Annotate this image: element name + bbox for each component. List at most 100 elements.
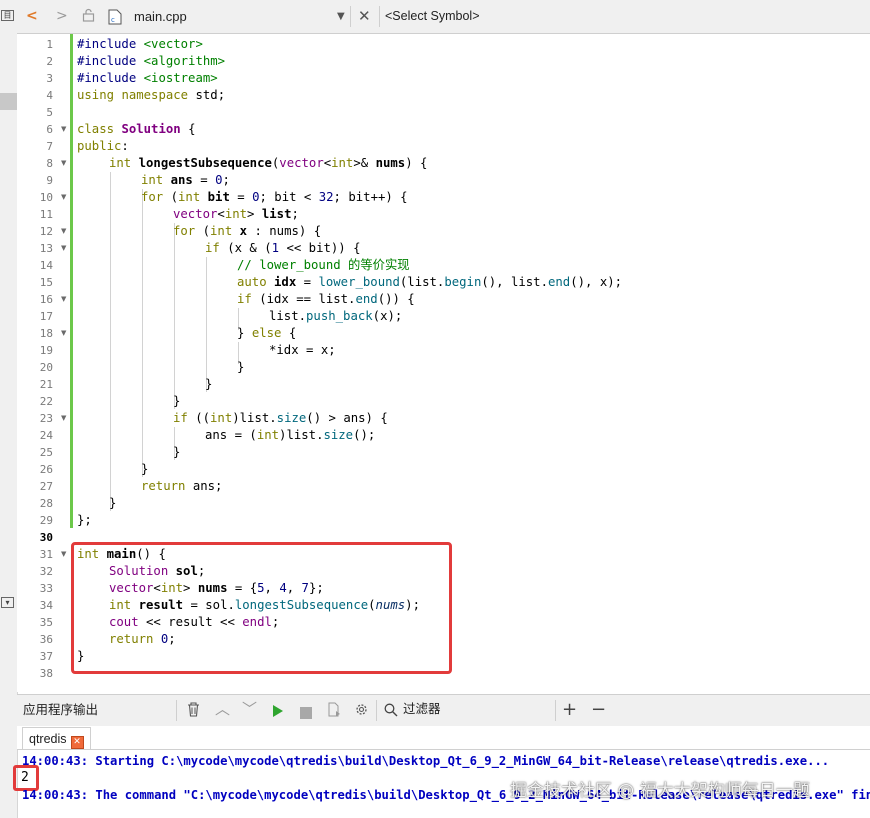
attach-icon[interactable]	[327, 702, 341, 721]
line-number: 7	[46, 140, 53, 153]
line-number: 38	[39, 667, 53, 680]
line-number: 11	[39, 208, 53, 221]
code-line-14: // lower_bound 的等价实现	[237, 258, 410, 272]
toolbar-divider	[379, 6, 380, 27]
search-icon	[384, 702, 398, 721]
line-number: 32	[39, 565, 53, 578]
code-line-26: }	[141, 462, 149, 476]
forward-icon[interactable]: >	[56, 0, 68, 33]
line-number: 16	[39, 293, 53, 306]
fold-marker-icon[interactable]: ▼	[61, 291, 66, 308]
code-line-9: int ans = 0;	[141, 173, 230, 187]
line-number: 36	[39, 633, 53, 646]
line-number: 6	[46, 123, 53, 136]
back-icon[interactable]: <	[26, 0, 38, 33]
line-number: 26	[39, 463, 53, 476]
fold-marker-icon[interactable]: ▼	[61, 546, 66, 563]
change-marker-bar	[70, 34, 73, 528]
line-number: 34	[39, 599, 53, 612]
svg-text:c: c	[111, 16, 115, 24]
down-icon[interactable]: ﹀	[242, 694, 257, 725]
line-number: 27	[39, 480, 53, 493]
minus-icon[interactable]: −	[591, 694, 606, 725]
line-number: 19	[39, 344, 53, 357]
line-number: 24	[39, 429, 53, 442]
line-number: 12	[39, 225, 53, 238]
tab-label: qtredis	[29, 732, 67, 746]
code-line-17: list.push_back(x);	[269, 309, 403, 323]
fold-marker-icon[interactable]: ▼	[61, 410, 66, 427]
panel-toggle-icon[interactable]: 目	[1, 10, 14, 21]
up-icon[interactable]: ︿	[215, 694, 230, 725]
code-line-10: for (int bit = 0; bit < 32; bit++) {	[141, 190, 408, 204]
line-number: 20	[39, 361, 53, 374]
main-function-highlight-box	[71, 542, 452, 674]
line-number: 13	[39, 242, 53, 255]
output-tabs-row	[17, 726, 870, 750]
tab-divider	[17, 749, 870, 750]
output-pane-toolbar	[17, 694, 870, 727]
code-line-18: } else {	[237, 326, 297, 340]
gear-icon[interactable]	[354, 702, 369, 721]
code-line-19: *idx = x;	[269, 343, 336, 357]
toolbar-divider	[350, 6, 351, 27]
line-number: 5	[46, 106, 53, 119]
line-number: 2	[46, 55, 53, 68]
line-number: 17	[39, 310, 53, 323]
filter-input[interactable]: 过滤器	[403, 694, 441, 725]
code-line-22: }	[173, 394, 181, 408]
left-strip-selection[interactable]	[0, 93, 17, 110]
line-number: 9	[46, 174, 53, 187]
dropdown-icon[interactable]: ▼	[337, 0, 345, 33]
code-line-29: };	[77, 513, 92, 527]
code-line-27: return ans;	[141, 479, 223, 493]
close-icon[interactable]: ✕	[70, 736, 84, 749]
code-line-3: #include <iostream>	[77, 71, 218, 85]
indent-guide	[206, 257, 207, 392]
code-line-21: }	[205, 377, 213, 391]
close-icon[interactable]: ✕	[358, 0, 371, 33]
code-line-23: if ((int)list.size() > ans) {	[173, 411, 388, 425]
stop-icon[interactable]	[300, 704, 312, 723]
line-number: 25	[39, 446, 53, 459]
code-line-2: #include <algorithm>	[77, 54, 226, 68]
line-number: 37	[39, 650, 53, 663]
fold-marker-icon[interactable]: ▼	[61, 155, 66, 172]
lock-icon[interactable]	[82, 0, 95, 33]
line-number: 3	[46, 72, 53, 85]
symbol-selector[interactable]: <Select Symbol>	[385, 0, 480, 33]
line-number: 4	[46, 89, 53, 102]
code-line-13: if (x & (1 << bit)) {	[205, 241, 361, 255]
output-panel-toggle-icon[interactable]: ▾	[1, 597, 14, 608]
code-line-20: }	[237, 360, 245, 374]
line-number: 30	[39, 531, 53, 544]
file-name[interactable]: main.cpp	[134, 0, 187, 33]
code-line-7: public:	[77, 139, 129, 153]
code-line-12: for (int x : nums) {	[173, 224, 322, 238]
fold-marker-icon[interactable]: ▼	[61, 240, 66, 257]
line-number: 10	[39, 191, 53, 204]
fold-marker-icon[interactable]: ▼	[61, 223, 66, 240]
line-number: 35	[39, 616, 53, 629]
indent-guide	[110, 172, 111, 511]
code-line-24: ans = (int)list.size();	[205, 428, 376, 442]
line-number: 31	[39, 548, 53, 561]
line-number: 1	[46, 38, 53, 51]
left-side-strip	[0, 0, 18, 818]
code-line-16: if (idx == list.end()) {	[237, 292, 415, 306]
output-pane-title[interactable]: 应用程序输出	[23, 695, 98, 726]
line-number: 14	[39, 259, 53, 272]
line-number: 15	[39, 276, 53, 289]
output-line-starting: 14:00:43: Starting C:\mycode\mycode\qtre…	[22, 754, 830, 768]
fold-marker-icon[interactable]: ▼	[61, 189, 66, 206]
line-number: 33	[39, 582, 53, 595]
tab-qtredis[interactable]: qtredis ✕	[22, 727, 91, 749]
fold-marker-icon[interactable]: ▼	[61, 121, 66, 138]
plus-icon[interactable]: +	[562, 694, 577, 725]
line-number: 8	[46, 157, 53, 170]
fold-marker-icon[interactable]: ▼	[61, 325, 66, 342]
trash-icon[interactable]	[187, 702, 200, 721]
code-line-25: }	[173, 445, 181, 459]
line-number: 21	[39, 378, 53, 391]
run-icon[interactable]	[272, 703, 284, 722]
